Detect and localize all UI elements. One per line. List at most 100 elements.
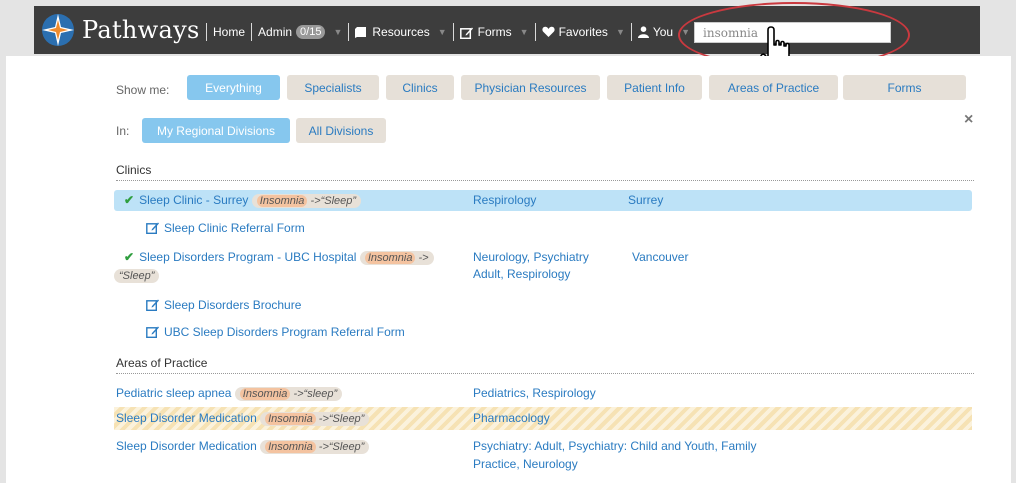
show-me-label: Show me: (116, 83, 170, 97)
nav-user-label: You (652, 25, 674, 39)
term-synonym: ->“Sleep” (307, 195, 357, 207)
form-link[interactable]: Sleep Clinic Referral Form (146, 220, 305, 237)
form-link-text: UBC Sleep Disorders Program Referral For… (164, 325, 405, 339)
filter-clinics[interactable]: Clinics (386, 75, 454, 100)
nav-divider (534, 23, 536, 41)
search-term-pill: Insomnia -> (359, 251, 434, 265)
result-specialty[interactable]: Psychiatry: Adult, Psychiatry: Child and… (473, 438, 756, 455)
result-row[interactable]: ✔ Sleep Disorders Program - UBC Hospital … (114, 247, 972, 285)
close-icon[interactable]: × (964, 111, 973, 129)
term-match: Insomnia (239, 388, 291, 400)
checkmark-icon: ✔ (124, 193, 135, 207)
term-match: Insomnia (265, 413, 316, 425)
form-row[interactable]: Sleep Clinic Referral Form (114, 218, 972, 238)
result-specialty[interactable]: Neurology, Psychiatry (473, 249, 589, 266)
form-link[interactable]: UBC Sleep Disorders Program Referral For… (146, 324, 405, 341)
search-term-pill: Insomnia ->“sleep” (234, 387, 343, 401)
search-term-pill-wrap: “Sleep” (114, 267, 160, 284)
filter-patient-info[interactable]: Patient Info (607, 75, 702, 100)
top-navbar: Pathways Home Admin 0/15 ▼ Resources ▼ F… (0, 0, 1016, 73)
nav-admin-label: Admin (258, 25, 293, 39)
heart-icon (541, 26, 555, 38)
nav-divider (452, 23, 454, 41)
search-results-panel: Show me: Everything Specialists Clinics … (6, 56, 1011, 483)
term-synonym: ->“sleep” (290, 388, 338, 400)
filter-areas-of-practice[interactable]: Areas of Practice (709, 75, 838, 100)
checkmark-icon: ✔ (124, 250, 135, 264)
search-term-pill: “Sleep” (114, 269, 160, 283)
result-row[interactable]: ✔ Sleep Clinic - Surrey Insomnia ->“Sleep… (114, 190, 972, 211)
term-synonym: -> (415, 252, 429, 264)
nav-resources-menu[interactable]: Resources ▼ (355, 25, 447, 39)
result-specialty[interactable]: Pediatrics, Respirology (473, 385, 596, 402)
user-icon (637, 26, 649, 38)
result-name-text: Sleep Disorders Program - UBC Hospital (139, 250, 357, 264)
clinics-section-title: Clinics (116, 163, 152, 177)
admin-count-badge: 0/15 (296, 25, 326, 39)
form-row[interactable]: Sleep Disorders Brochure (114, 295, 972, 315)
form-link[interactable]: Sleep Disorders Brochure (146, 297, 301, 314)
edit-form-icon (146, 222, 159, 234)
search-term-pill: Insomnia ->“Sleep” (251, 194, 362, 208)
in-label: In: (116, 124, 130, 138)
result-name[interactable]: ✔ Sleep Disorders Program - UBC Hospital … (124, 249, 474, 266)
edit-icon (459, 26, 474, 39)
term-match: Insomnia (364, 252, 416, 264)
term-match: Insomnia (265, 441, 316, 453)
result-city[interactable]: Surrey (628, 192, 663, 209)
result-row[interactable]: Sleep Disorder Medication Insomnia ->“Sl… (114, 436, 972, 476)
result-specialty[interactable]: Respirology (473, 192, 536, 209)
edit-form-icon (146, 326, 159, 338)
filter-all-divisions[interactable]: All Divisions (296, 118, 386, 143)
section-divider (116, 373, 974, 374)
brand[interactable]: Pathways (40, 11, 200, 49)
nav-forms-label: Forms (477, 25, 512, 39)
chevron-down-icon: ▼ (615, 27, 625, 37)
nav-resources-label: Resources (372, 25, 430, 39)
nav-favorites-menu[interactable]: Favorites ▼ (541, 25, 625, 39)
term-synonym: ->“Sleep” (315, 441, 365, 453)
result-name-text: Pediatric sleep apnea (116, 386, 232, 400)
filter-specialists[interactable]: Specialists (287, 75, 379, 100)
term-match: Insomnia (256, 195, 308, 207)
search-term-pill: Insomnia ->“Sleep” (260, 440, 370, 454)
result-name[interactable]: Pediatric sleep apnea Insomnia ->“sleep” (116, 385, 343, 402)
filter-everything[interactable]: Everything (187, 75, 280, 100)
nav-divider (251, 23, 253, 41)
chevron-down-icon: ▼ (333, 27, 343, 37)
filter-physician-resources[interactable]: Physician Resources (461, 75, 600, 100)
result-name-text: Sleep Disorder Medication (116, 439, 257, 453)
result-row[interactable]: Pediatric sleep apnea Insomnia ->“sleep”… (114, 383, 972, 403)
edit-form-icon (146, 299, 159, 311)
nav-divider (348, 23, 350, 41)
book-icon (355, 26, 368, 38)
brand-name: Pathways (82, 16, 200, 44)
result-city[interactable]: Vancouver (632, 249, 688, 266)
chevron-down-icon: ▼ (519, 27, 529, 37)
form-link-text: Sleep Disorders Brochure (164, 298, 302, 312)
nav-home-link[interactable]: Home (213, 25, 245, 39)
result-row[interactable]: Sleep Disorder Medication Insomnia ->“Sl… (114, 407, 972, 430)
areas-section-title: Areas of Practice (116, 356, 208, 370)
form-link-text: Sleep Clinic Referral Form (164, 221, 305, 235)
result-specialty[interactable]: Practice, Neurology (473, 456, 578, 473)
term-synonym: ->“Sleep” (315, 413, 365, 425)
result-name-text: Sleep Clinic - Surrey (139, 193, 249, 207)
result-name[interactable]: Sleep Disorder Medication Insomnia ->“Sl… (116, 410, 370, 427)
chevron-down-icon: ▼ (437, 27, 447, 37)
result-specialty[interactable]: Adult, Respirology (473, 266, 570, 283)
section-divider (116, 180, 974, 181)
filter-forms[interactable]: Forms (843, 75, 966, 100)
nav-forms-menu[interactable]: Forms ▼ (459, 25, 529, 39)
result-specialty[interactable]: Pharmacology (473, 410, 550, 427)
nav-divider (630, 23, 632, 41)
compass-star-logo-icon (42, 14, 74, 46)
result-name[interactable]: ✔ Sleep Clinic - Surrey Insomnia ->“Sleep… (124, 192, 362, 209)
form-row[interactable]: UBC Sleep Disorders Program Referral For… (114, 322, 972, 342)
search-term-pill: Insomnia ->“Sleep” (260, 412, 370, 426)
nav-links: Home Admin 0/15 ▼ Resources ▼ Forms ▼ Fa… (200, 22, 690, 42)
nav-admin-menu[interactable]: Admin 0/15 ▼ (258, 25, 342, 39)
result-name[interactable]: Sleep Disorder Medication Insomnia ->“Sl… (116, 438, 370, 455)
nav-divider (206, 23, 207, 41)
filter-my-regional-divisions[interactable]: My Regional Divisions (142, 118, 290, 143)
